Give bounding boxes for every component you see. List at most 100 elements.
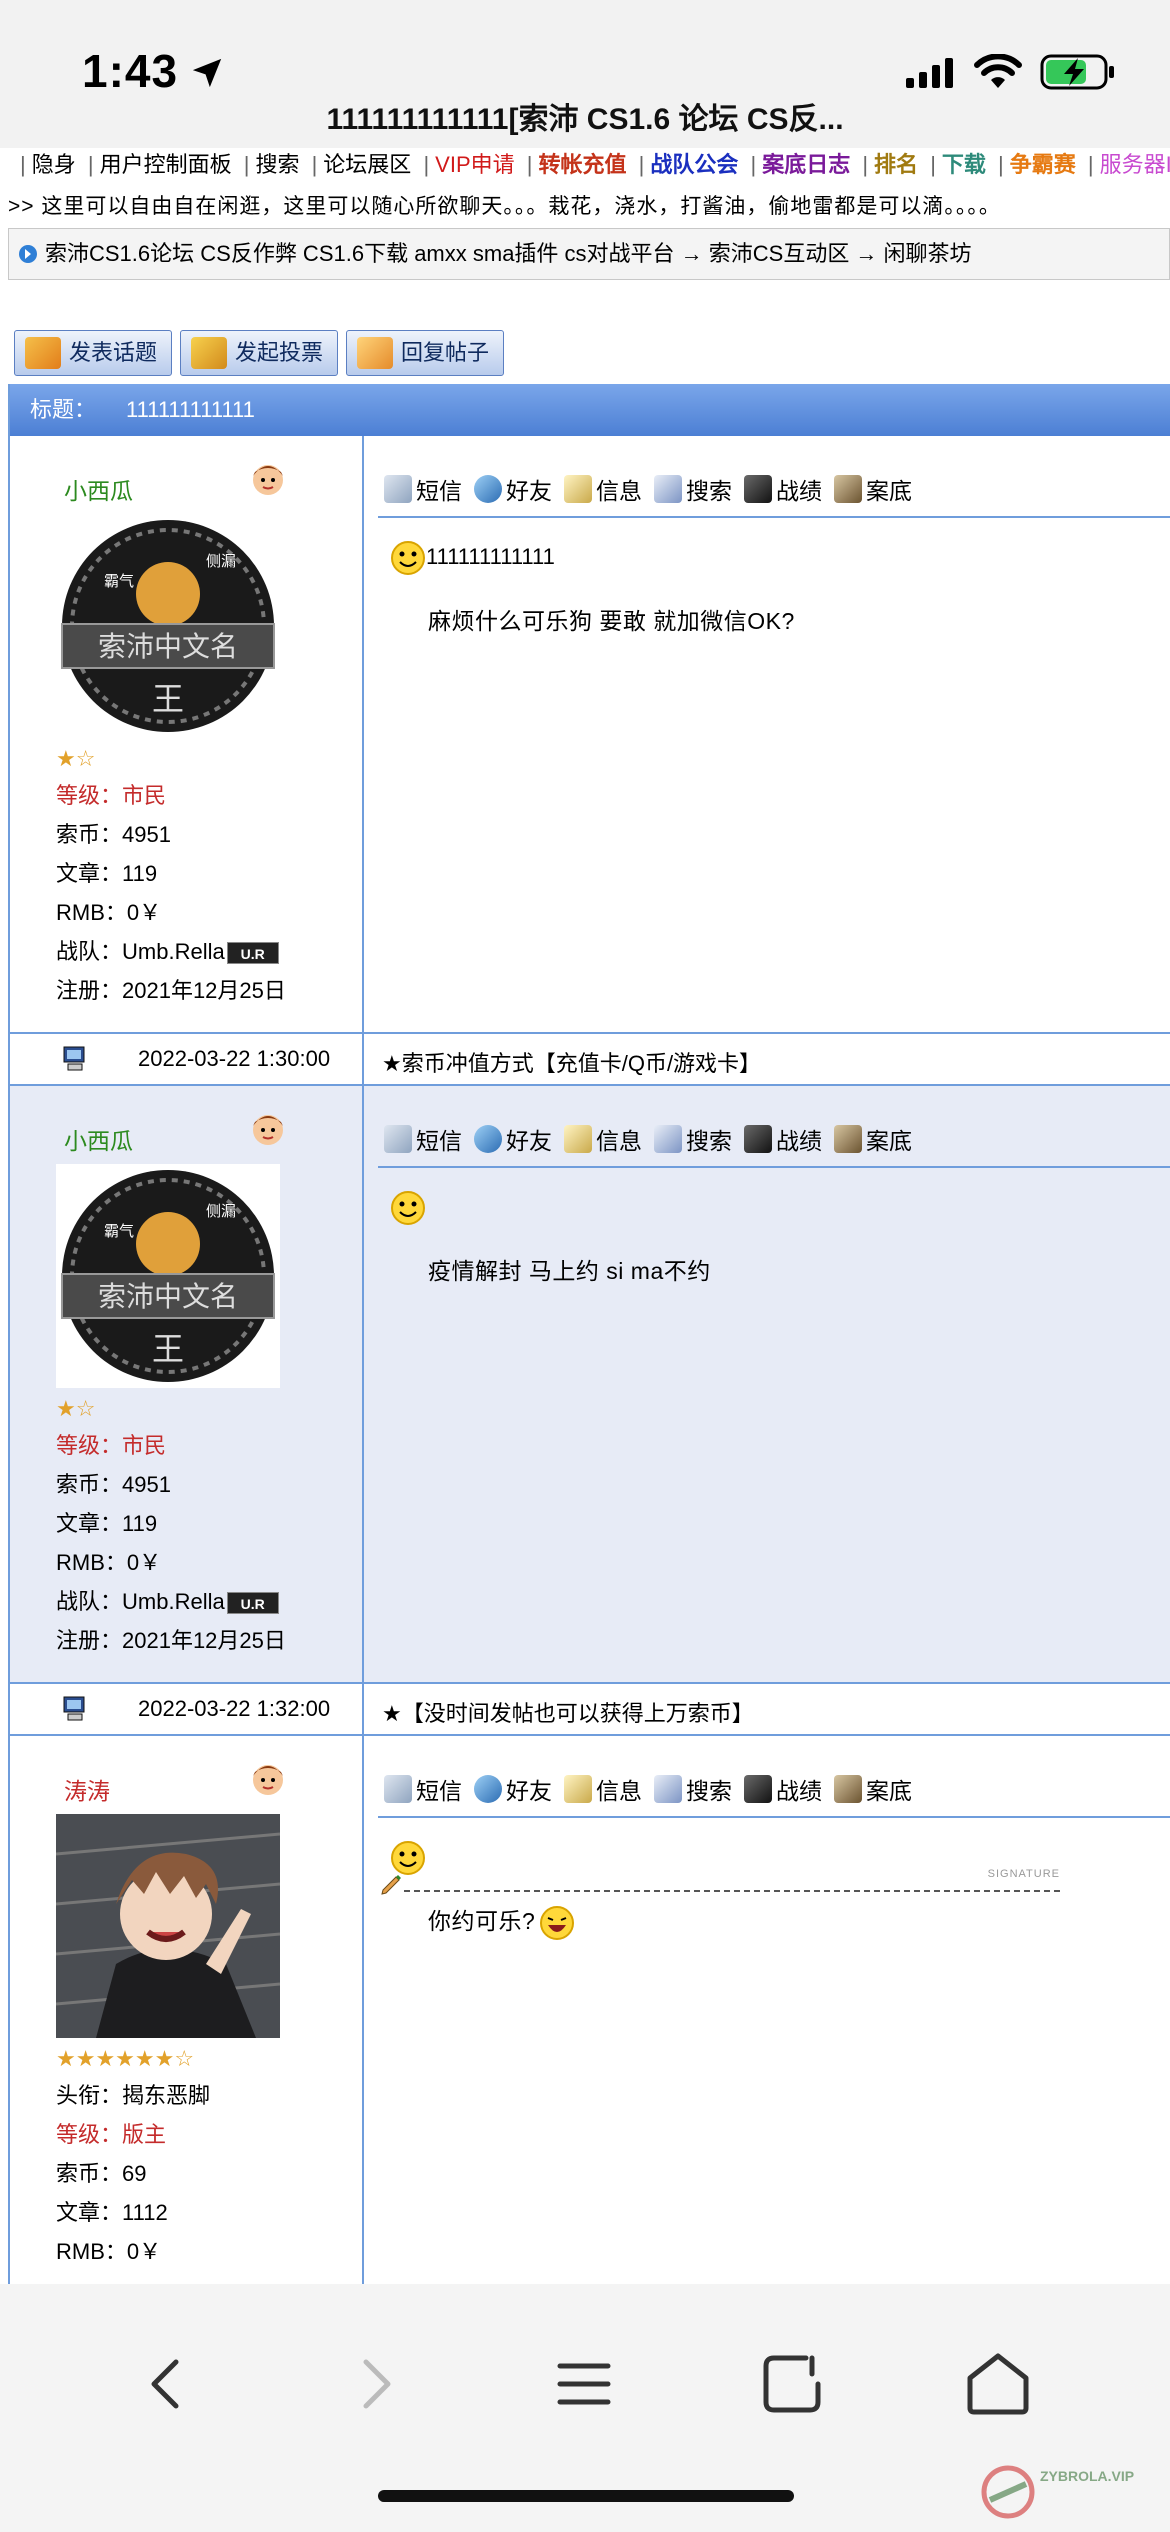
message-icon: [384, 1125, 412, 1153]
new-topic-label: 发表话题: [69, 340, 158, 365]
footer-notice-link[interactable]: ★索币冲值方式【充值卡/Q币/游戏卡】: [382, 1046, 761, 1078]
rank-stars: ★★★★★★☆: [56, 2046, 195, 2071]
toolbar-friend[interactable]: 好友: [474, 1122, 552, 1156]
register-row: 注册：2021年12月25日: [56, 978, 286, 1003]
footer-notice-link[interactable]: ★【没时间发帖也可以获得上万索币】: [382, 1696, 754, 1728]
author-panel: 涛涛 ★★★★★★☆ 头衔：揭东恶脚 等级：版主 索币：69 文章：1112 R…: [10, 1736, 364, 2284]
toolbar-info[interactable]: 信息: [564, 1122, 642, 1156]
user-avatar[interactable]: 索沛中文名 霸气 侧漏 王: [56, 514, 280, 738]
coins-row: 索币：4951: [56, 1472, 171, 1497]
search-doc-icon: [654, 1775, 682, 1803]
location-arrow-icon: [192, 58, 222, 88]
browser-page-title[interactable]: 111111111111[索沛 CS1.6 论坛 CS反...: [0, 92, 1170, 148]
post-time: 2022-03-22 1:32:00: [138, 1696, 331, 1721]
nav-item-transfer[interactable]: 转帐充值: [538, 148, 626, 182]
toolbar-divider: [378, 1816, 1170, 1818]
smiley-icon: [391, 1841, 425, 1875]
author-name[interactable]: 涛涛: [64, 1772, 110, 1806]
new-topic-button[interactable]: 发表话题: [14, 330, 173, 376]
user-avatar[interactable]: 索沛中文名 霸气 侧漏 王: [56, 1164, 280, 1388]
toolbar-record[interactable]: 战绩: [744, 1772, 822, 1806]
toolbar-record[interactable]: 战绩: [744, 472, 822, 506]
nav-sep: |: [998, 152, 1004, 177]
toolbar-divider: [378, 1166, 1170, 1168]
watermark-logo-icon: [981, 2465, 1035, 2519]
toolbar-msg[interactable]: 短信: [384, 1122, 462, 1156]
film-case-icon: [834, 475, 862, 503]
breadcrumb-text[interactable]: 索沛CS1.6论坛 CS反作弊 CS1.6下载 amxx sma插件 cs对战平…: [45, 241, 972, 266]
new-poll-button[interactable]: 发起投票: [180, 330, 339, 376]
team-name[interactable]: Umb.Rella: [122, 1589, 225, 1614]
articles-row: 文章：119: [56, 861, 158, 886]
signature-label: SIGNATURE: [987, 1868, 1060, 1880]
toolbar-search[interactable]: 搜索: [654, 1772, 732, 1806]
tabs-icon[interactable]: [752, 2344, 832, 2424]
home-indicator[interactable]: [378, 2490, 794, 2502]
author-name[interactable]: 小西瓜: [64, 472, 133, 506]
nav-item-hidden[interactable]: 隐身: [32, 148, 76, 182]
post-content: 短信 好友 信息 搜索 战绩 案底 111111111111 麻烦什么可乐狗 要…: [366, 436, 1170, 1032]
toolbar-msg-label: 短信: [416, 1778, 462, 1804]
toolbar-record-label: 战绩: [776, 478, 822, 504]
author-name[interactable]: 小西瓜: [64, 1122, 133, 1156]
toolbar-friend[interactable]: 好友: [474, 472, 552, 506]
breadcrumb[interactable]: 索沛CS1.6论坛 CS反作弊 CS1.6下载 amxx sma插件 cs对战平…: [8, 228, 1170, 280]
post-footer-left: 2022-03-22 1:30:00: [10, 1034, 364, 1084]
toolbar-friend-label: 好友: [506, 478, 552, 504]
articles-row: 文章：1112: [56, 2200, 168, 2225]
level-label: 等级：: [56, 783, 123, 808]
toolbar-friend[interactable]: 好友: [474, 1772, 552, 1806]
nav-item-showcase[interactable]: 论坛展区: [323, 148, 411, 182]
toolbar-case[interactable]: 案底: [834, 1772, 912, 1806]
level-value: 版主: [122, 2122, 167, 2147]
male-face-icon: [253, 465, 283, 495]
pencil-paper-icon: [25, 337, 61, 369]
nav-item-rank[interactable]: 排名: [874, 148, 918, 182]
nav-item-clans[interactable]: 战队公会: [650, 148, 738, 182]
nav-item-search[interactable]: 搜索: [255, 148, 299, 182]
team-label: 战队：: [56, 1589, 123, 1614]
soldier-icon: [744, 1125, 772, 1153]
post-time: 2022-03-22 1:30:00: [138, 1046, 331, 1071]
reply-button[interactable]: 回复帖子: [346, 330, 505, 376]
toolbar-case[interactable]: 案底: [834, 472, 912, 506]
toolbar-search[interactable]: 搜索: [654, 472, 732, 506]
site-watermark: ZYBROLA.VIP: [980, 2464, 1160, 2524]
toolbar-search[interactable]: 搜索: [654, 1122, 732, 1156]
nav-item-vip[interactable]: VIP申请: [435, 148, 514, 182]
coins-row: 索币：69: [56, 2161, 147, 2186]
toolbar-info[interactable]: 信息: [564, 472, 642, 506]
toolbar-msg-label: 短信: [416, 1128, 462, 1154]
forward-chevron-icon[interactable]: [334, 2344, 414, 2424]
toolbar-msg[interactable]: 短信: [384, 1772, 462, 1806]
toolbar-case[interactable]: 案底: [834, 1122, 912, 1156]
back-chevron-icon[interactable]: [128, 2344, 208, 2424]
toolbar-record[interactable]: 战绩: [744, 1122, 822, 1156]
user-avatar[interactable]: [56, 1814, 280, 2038]
nav-item-case-log[interactable]: 案底日志: [762, 148, 850, 182]
level-row: 等级：版主: [56, 2115, 166, 2154]
menu-icon[interactable]: [544, 2344, 624, 2424]
toolbar-info[interactable]: 信息: [564, 1772, 642, 1806]
friends-icon: [474, 1775, 502, 1803]
toolbar-record-label: 战绩: [776, 1128, 822, 1154]
team-badge: U.R: [226, 942, 279, 965]
nav-sep: |: [423, 152, 430, 177]
thread-title: 111111111111: [126, 397, 255, 422]
toolbar-divider: [378, 516, 1170, 518]
toolbar-msg[interactable]: 短信: [384, 472, 462, 506]
nav-item-download[interactable]: 下载: [942, 148, 986, 182]
toolbar-case-label: 案底: [866, 478, 912, 504]
nav-item-tournament[interactable]: 争霸赛: [1010, 148, 1076, 182]
nav-item-control-panel[interactable]: 用户控制面板: [100, 148, 232, 182]
post-toolbar: 短信 好友 信息 搜索 战绩 案底: [384, 1772, 912, 1806]
post-body: 你约可乐?: [428, 1902, 575, 1941]
info-clipboard-icon: [564, 475, 592, 503]
team-name[interactable]: Umb.Rella: [122, 939, 225, 964]
rank-stars: ★☆: [56, 746, 96, 771]
nav-sep: |: [1087, 152, 1094, 177]
home-icon[interactable]: [958, 2344, 1038, 2424]
nav-item-servers[interactable]: 服务器II: [1100, 148, 1170, 182]
film-case-icon: [834, 1125, 862, 1153]
watermark-text: ZYBROLA.VIP: [1040, 2468, 1135, 2484]
